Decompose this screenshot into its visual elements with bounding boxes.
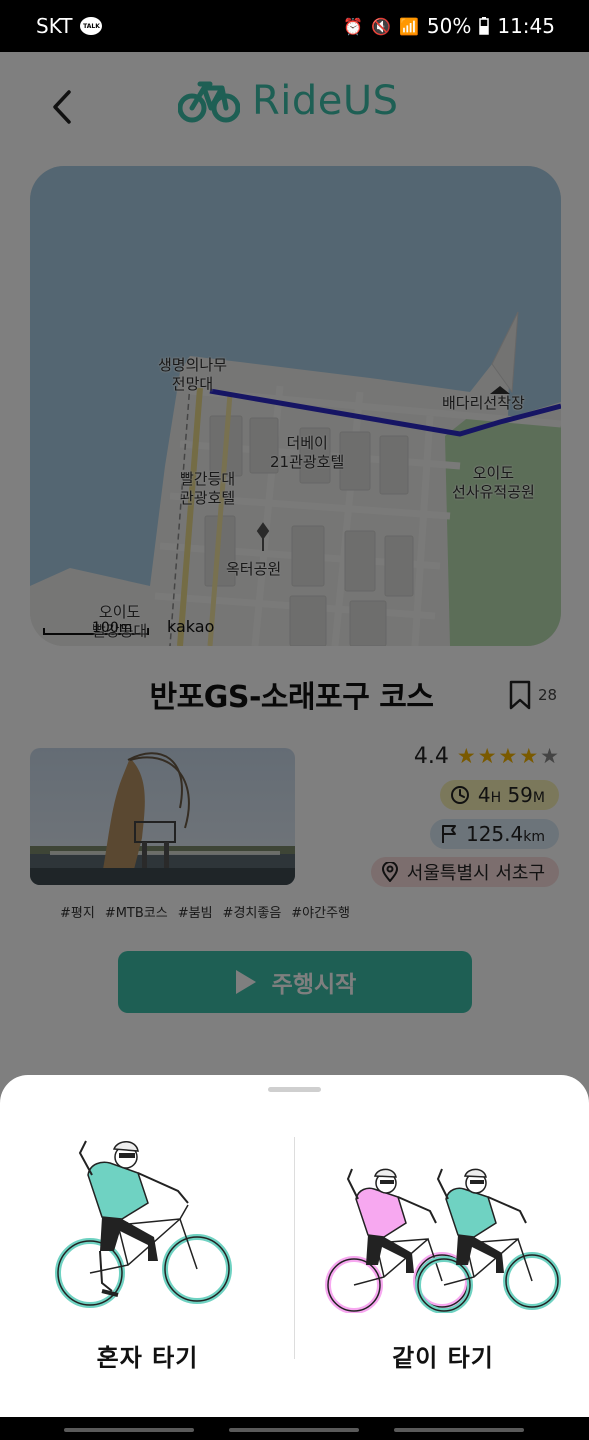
teal-rider <box>415 1168 561 1314</box>
kakaotalk-notification-icon: TALK <box>80 17 103 35</box>
nav-home-button[interactable] <box>229 1428 359 1432</box>
sheet-drag-handle[interactable] <box>268 1087 321 1092</box>
solo-ride-option[interactable]: 혼자 타기 <box>40 1133 255 1373</box>
status-right: ⏰ 🔇 📶 50% 11:45 <box>343 14 555 38</box>
clock: 11:45 <box>497 14 555 38</box>
ride-mode-sheet: 혼자 타기 같이 타기 <box>0 1075 589 1417</box>
alarm-icon: ⏰ <box>343 16 364 36</box>
group-ride-option[interactable]: 같이 타기 <box>318 1133 568 1373</box>
wifi-icon: 📶 <box>398 16 419 36</box>
group-cyclists-illustration <box>325 1168 561 1314</box>
status-bar: SKT TALK ⏰ 🔇 📶 50% 11:45 <box>0 0 589 52</box>
solo-cyclist-illustration <box>55 1140 232 1308</box>
solo-ride-label: 혼자 타기 <box>96 1344 199 1372</box>
battery-percent: 50% <box>426 14 472 38</box>
sheet-divider <box>294 1137 295 1359</box>
system-nav-bar <box>0 1417 589 1440</box>
battery-icon <box>479 17 490 35</box>
pink-rider <box>325 1168 471 1314</box>
group-ride-label: 같이 타기 <box>392 1344 494 1372</box>
carrier-label: SKT <box>36 14 73 38</box>
nav-recent-button[interactable] <box>64 1428 194 1432</box>
mute-icon: 🔇 <box>371 16 391 36</box>
course-detail-screen: RideUS <box>0 52 589 1417</box>
status-left: SKT TALK <box>36 14 103 38</box>
nav-back-button[interactable] <box>394 1428 524 1432</box>
